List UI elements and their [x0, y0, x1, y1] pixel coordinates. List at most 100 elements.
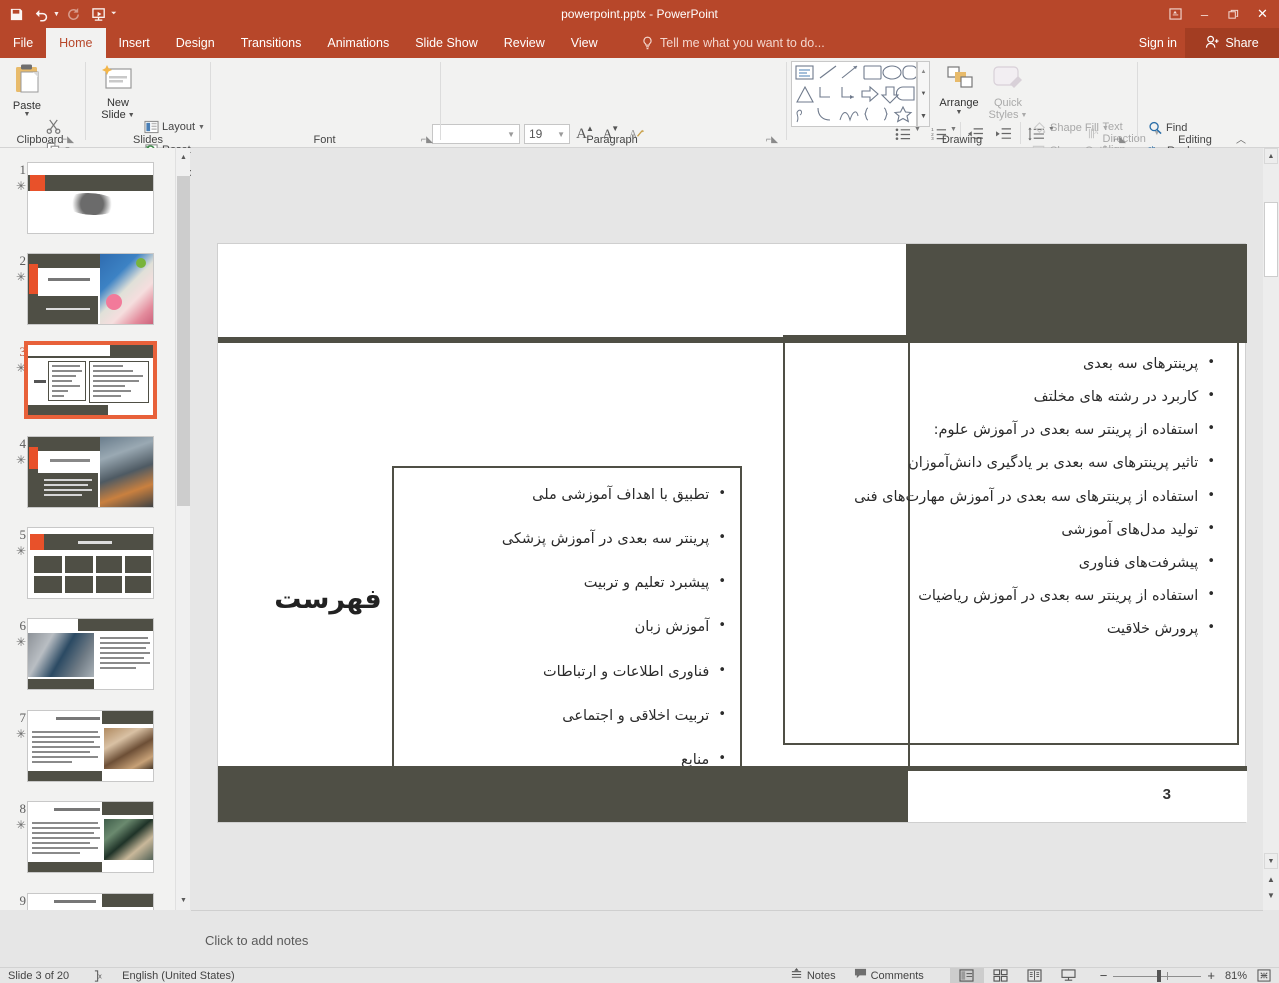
notes-placeholder[interactable]: Click to add notes [205, 933, 308, 948]
bullet-text: استفاده از پرینترهای سه بعدی در آموزش مه… [811, 488, 1198, 506]
paste-dropdown-icon[interactable]: ▼ [24, 112, 31, 118]
slide-counter[interactable]: Slide 3 of 20 [8, 970, 69, 982]
close-button[interactable]: ✕ [1248, 1, 1277, 27]
clipboard-dialog-launcher[interactable]: ⌐◣ [62, 134, 74, 145]
fit-to-window-button[interactable] [1257, 969, 1271, 982]
notes-button[interactable]: Notes [790, 968, 836, 983]
paste-button[interactable]: Paste ▼ [6, 62, 48, 118]
view-slide-sorter-button[interactable] [984, 968, 1018, 983]
bullet-icon: • [1207, 421, 1215, 437]
sign-in-button[interactable]: Sign in [1131, 28, 1185, 58]
tab-design[interactable]: Design [163, 28, 228, 58]
view-slide-show-button[interactable] [1052, 968, 1086, 983]
list-item[interactable]: •تولید مدل‌های آموزشی [811, 521, 1215, 539]
list-item[interactable]: •فناوری اطلاعات و ارتباطات [412, 663, 726, 681]
scroll-up-icon[interactable]: ▲ [1264, 148, 1278, 164]
arrange-button[interactable]: Arrange ▼ [936, 64, 982, 116]
list-item[interactable]: •کاربرد در رشته های مخلتف [811, 388, 1215, 406]
collapse-ribbon-icon[interactable]: ︿ [1236, 131, 1246, 146]
tell-me-search[interactable]: Tell me what you want to do... [641, 28, 825, 58]
shapes-gallery[interactable] [791, 61, 917, 127]
next-slide-icon[interactable]: ▼ [1264, 888, 1278, 902]
thumbnail-image[interactable] [27, 710, 154, 782]
list-item[interactable]: •استفاده از پرینترهای سه بعدی در آموزش م… [811, 488, 1215, 506]
slide-toc-title[interactable]: فهرست [268, 584, 388, 615]
scroll-down-icon[interactable]: ▼ [1264, 853, 1278, 869]
list-item[interactable]: •تطبیق با اهداف آموزشی ملی [412, 486, 726, 504]
tab-view[interactable]: View [558, 28, 611, 58]
spell-check-icon[interactable]: x [93, 970, 106, 982]
lightbulb-icon [641, 36, 654, 50]
cut-button[interactable] [46, 119, 61, 134]
slide-editing-area[interactable]: •پرینترهای سه بعدی •کاربرد در رشته های م… [191, 148, 1255, 910]
slide-canvas[interactable]: •پرینترهای سه بعدی •کاربرد در رشته های م… [217, 243, 1246, 823]
layout-button[interactable]: Layout ▼ [144, 120, 205, 134]
ribbon-display-options-icon[interactable] [1161, 1, 1190, 27]
list-item[interactable]: •پرورش خلاقیت [811, 620, 1215, 638]
tab-slide-show[interactable]: Slide Show [402, 28, 491, 58]
drawing-dialog-launcher[interactable]: ⌐◣ [1114, 134, 1126, 145]
list-item[interactable]: •استفاده از پرینتر سه بعدی در آموزش ریاض… [811, 587, 1215, 605]
tab-file[interactable]: File [0, 28, 46, 58]
slide-area-scrollbar[interactable]: ▲ ▼ ▲ ▼ [1263, 148, 1279, 910]
list-item[interactable]: •آموزش زبان [412, 618, 726, 636]
shapes-more-icon[interactable]: ▼ [918, 106, 929, 126]
list-item[interactable]: •پیشرفت‌های فناوری [811, 554, 1215, 572]
thumbnail-image[interactable] [27, 801, 154, 873]
share-button[interactable]: Share [1185, 28, 1279, 58]
tab-review[interactable]: Review [491, 28, 558, 58]
tab-home[interactable]: Home [46, 28, 105, 58]
previous-slide-icon[interactable]: ▲ [1264, 872, 1278, 886]
scrollbar-thumb[interactable] [1264, 202, 1278, 277]
thumbnail-image[interactable] [27, 618, 154, 690]
slide-thumbnail-pane[interactable]: 1 ✳ 2 ✳ 3 ✳ [0, 148, 175, 910]
scrollbar-thumb[interactable] [177, 176, 190, 506]
view-normal-button[interactable] [950, 968, 984, 983]
thumbnail-image[interactable] [27, 893, 154, 910]
tab-insert[interactable]: Insert [106, 28, 163, 58]
restore-button[interactable] [1219, 1, 1248, 27]
new-slide-dropdown-icon[interactable]: ▼ [128, 112, 135, 119]
list-item[interactable]: •پیشبرد تعلیم و تربیت [412, 574, 726, 592]
shape-fill-button[interactable]: Shape Fill ▼ [1032, 121, 1109, 135]
find-button[interactable]: Find [1148, 121, 1187, 135]
thumbnail-pane-scrollbar[interactable]: ▲ ▼ [175, 148, 190, 910]
view-reading-button[interactable] [1018, 968, 1052, 983]
animation-star-icon: ✳ [6, 727, 26, 741]
thumbnail-image-selected[interactable] [27, 344, 154, 416]
scroll-up-icon[interactable]: ▲ [177, 150, 190, 164]
list-item[interactable]: •پرینتر سه بعدی در آموزش پزشکی [412, 530, 726, 548]
comments-button[interactable]: Comments [854, 968, 924, 983]
scroll-down-icon[interactable]: ▼ [177, 893, 190, 907]
thumbnail-image[interactable] [27, 253, 154, 325]
zoom-level[interactable]: 81% [1225, 970, 1247, 982]
new-slide-button[interactable]: New Slide ▼ [96, 64, 140, 121]
list-item[interactable]: •تاثیر پرینترهای سه بعدی بر یادگیری دانش… [811, 454, 1215, 472]
quick-styles-button[interactable]: Quick Styles ▼ [984, 64, 1032, 121]
list-item[interactable]: •استفاده از پرینتر سه بعدی در آموزش علوم… [811, 421, 1215, 439]
zoom-in-button[interactable]: + [1207, 968, 1215, 983]
paragraph-dialog-launcher[interactable]: ⌐◣ [766, 134, 778, 145]
list-item[interactable]: •پرینترهای سه بعدی [811, 355, 1215, 373]
zoom-out-button[interactable]: − [1100, 968, 1108, 983]
minimize-button[interactable]: – [1190, 1, 1219, 27]
group-label-drawing: Drawing [788, 134, 1136, 146]
list-item[interactable]: •تربیت اخلاقی و اجتماعی [412, 707, 726, 725]
bullet-icon: • [1207, 620, 1215, 636]
language-indicator[interactable]: English (United States) [122, 970, 235, 982]
notes-pane[interactable]: Click to add notes [191, 910, 1263, 967]
zoom-slider[interactable] [1113, 968, 1201, 983]
thumbnail-image[interactable] [27, 162, 154, 234]
tab-transitions[interactable]: Transitions [228, 28, 315, 58]
scroll-down-icon[interactable]: ▼ [918, 84, 929, 104]
thumbnail-image[interactable] [27, 436, 154, 508]
zoom-handle[interactable] [1157, 970, 1161, 982]
tab-animations[interactable]: Animations [314, 28, 402, 58]
bullet-text: پرینتر سه بعدی در آموزش پزشکی [412, 530, 709, 548]
font-dialog-launcher[interactable]: ⌐◣ [421, 134, 433, 145]
slide-content-box-right[interactable]: •پرینترهای سه بعدی •کاربرد در رشته های م… [783, 335, 1239, 745]
shapes-gallery-scrollbar[interactable]: ▲ ▼ ▼ [917, 61, 930, 127]
scroll-up-icon[interactable]: ▲ [918, 62, 929, 82]
thumbnail-image[interactable] [27, 527, 154, 599]
share-label: Share [1225, 36, 1258, 50]
